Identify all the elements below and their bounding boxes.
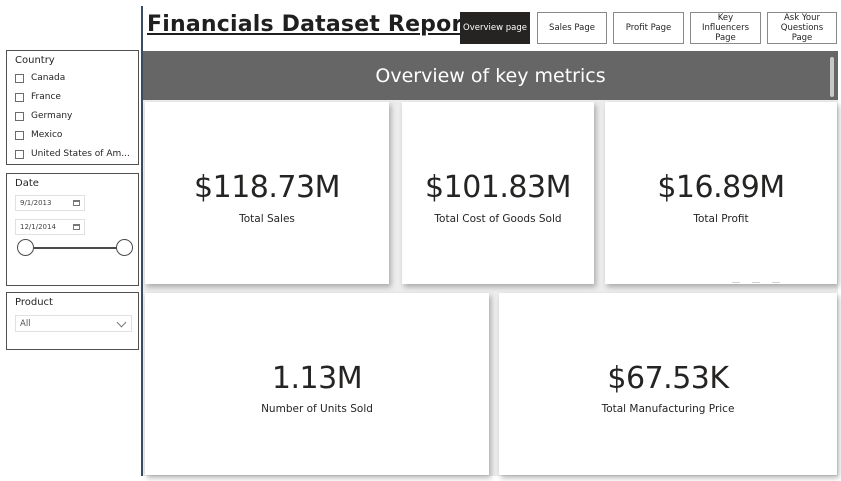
start-date-value: 9/1/2013 [20, 199, 52, 207]
banner-scrollbar[interactable] [830, 57, 834, 97]
visual-header-icons [732, 277, 782, 285]
checkbox-icon[interactable] [15, 149, 24, 159]
nav-key-influencers-button[interactable]: Key Influencers Page [690, 12, 761, 44]
card-value: $101.83M [425, 170, 571, 205]
date-range-slider-track[interactable] [25, 247, 125, 249]
checkbox-icon[interactable] [15, 111, 24, 121]
country-slicer: Country Canada France Germany Mexico Uni… [6, 50, 139, 165]
country-option-label: France [31, 92, 61, 102]
total-profit-card[interactable]: $16.89M Total Profit [605, 102, 837, 284]
overview-banner: Overview of key metrics [143, 51, 838, 100]
card-label: Total Sales [239, 213, 295, 225]
country-option-canada[interactable]: Canada [15, 70, 65, 86]
card-label: Number of Units Sold [261, 403, 373, 415]
card-label: Total Manufacturing Price [601, 403, 735, 415]
card-value: $67.53K [607, 361, 729, 396]
nav-ask-questions-button[interactable]: Ask Your Questions Page [767, 12, 837, 44]
calendar-icon[interactable] [73, 224, 80, 230]
country-option-mexico[interactable]: Mexico [15, 127, 62, 143]
chevron-down-icon [116, 317, 127, 328]
nav-profit-button[interactable]: Profit Page [613, 12, 684, 44]
product-slicer: Product All [6, 292, 139, 350]
filter-icon [732, 277, 740, 283]
more-options-icon [772, 277, 780, 283]
calendar-icon[interactable] [73, 200, 80, 206]
date-slider-end-handle[interactable] [116, 239, 133, 256]
checkbox-icon[interactable] [15, 73, 24, 83]
date-slicer: Date 9/1/2013 12/1/2014 [6, 173, 139, 286]
product-dropdown-value: All [20, 318, 31, 329]
total-sales-card[interactable]: $118.73M Total Sales [145, 102, 389, 284]
total-cogs-card[interactable]: $101.83M Total Cost of Goods Sold [402, 102, 594, 284]
manufacturing-price-card[interactable]: $67.53K Total Manufacturing Price [499, 293, 837, 475]
card-value: 1.13M [271, 361, 363, 396]
card-value: $16.89M [657, 170, 785, 205]
end-date-value: 12/1/2014 [20, 223, 56, 231]
checkbox-icon[interactable] [15, 92, 24, 102]
banner-title: Overview of key metrics [375, 64, 606, 87]
country-option-germany[interactable]: Germany [15, 108, 72, 124]
checkbox-icon[interactable] [15, 130, 24, 140]
country-slicer-title: Country [15, 55, 55, 66]
card-value: $118.73M [194, 170, 340, 205]
country-option-label: United States of Am... [31, 149, 130, 159]
focus-icon [752, 277, 760, 283]
country-option-label: Mexico [31, 130, 63, 140]
card-label: Total Profit [693, 213, 749, 225]
country-option-label: Germany [31, 111, 73, 121]
date-slicer-title: Date [15, 178, 39, 189]
nav-overview-button[interactable]: Overview page [460, 12, 530, 44]
product-dropdown[interactable]: All [15, 315, 132, 332]
date-slider-start-handle[interactable] [17, 239, 34, 256]
country-option-label: Canada [31, 73, 66, 83]
end-date-field[interactable]: 12/1/2014 [15, 219, 85, 235]
start-date-field[interactable]: 9/1/2013 [15, 195, 85, 211]
units-sold-card[interactable]: 1.13M Number of Units Sold [145, 293, 489, 475]
card-label: Total Cost of Goods Sold [434, 213, 562, 225]
report-canvas: Financials Dataset Report Overview page … [0, 0, 841, 481]
report-title: Financials Dataset Report [147, 12, 474, 37]
country-option-usa[interactable]: United States of Am... [15, 146, 130, 162]
product-slicer-title: Product [15, 297, 53, 308]
nav-sales-button[interactable]: Sales Page [537, 12, 607, 44]
country-option-france[interactable]: France [15, 89, 61, 105]
